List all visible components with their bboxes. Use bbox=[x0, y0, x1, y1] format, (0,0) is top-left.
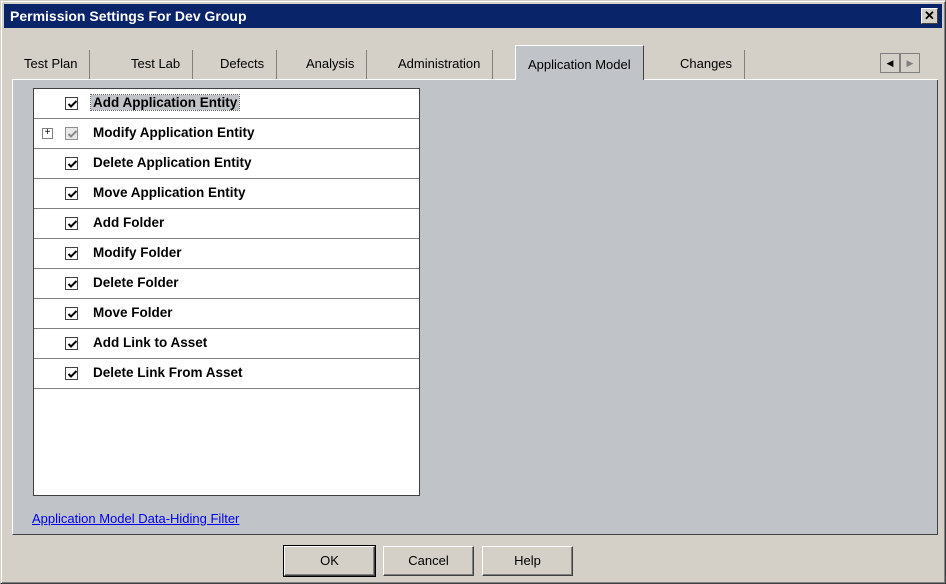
tab-changes[interactable]: Changes bbox=[668, 50, 746, 79]
checkbox-partial-icon[interactable] bbox=[65, 127, 78, 140]
list-item[interactable]: Add Link to Asset bbox=[34, 329, 419, 359]
tab-administration[interactable]: Administration bbox=[386, 50, 494, 79]
tab-analysis[interactable]: Analysis bbox=[294, 50, 368, 79]
checkbox-checked-icon[interactable] bbox=[65, 187, 78, 200]
tab-test-lab[interactable]: Test Lab bbox=[119, 50, 194, 79]
close-button[interactable]: ✕ bbox=[921, 8, 938, 24]
list-item[interactable]: + Modify Application Entity bbox=[34, 119, 419, 149]
help-button[interactable]: Help bbox=[482, 546, 573, 576]
checkbox-checked-icon[interactable] bbox=[65, 247, 78, 260]
list-item[interactable]: Delete Application Entity bbox=[34, 149, 419, 179]
list-item[interactable]: Move Application Entity bbox=[34, 179, 419, 209]
permission-label: Add Link to Asset bbox=[93, 335, 208, 350]
checkbox-checked-icon[interactable] bbox=[65, 157, 78, 170]
dialog-title: Permission Settings For Dev Group bbox=[10, 8, 247, 24]
permission-label: Delete Application Entity bbox=[93, 155, 252, 170]
checkbox-checked-icon[interactable] bbox=[65, 97, 78, 110]
checkbox-checked-icon[interactable] bbox=[65, 307, 78, 320]
tab-scroll-right-icon[interactable]: ▶ bbox=[900, 53, 920, 73]
tab-test-plan[interactable]: Test Plan bbox=[12, 50, 91, 79]
checkbox-checked-icon[interactable] bbox=[65, 217, 78, 230]
list-item[interactable]: Add Application Entity bbox=[34, 89, 419, 119]
permission-list: Add Application Entity + Modify Applicat… bbox=[33, 88, 420, 496]
list-item[interactable]: Move Folder bbox=[34, 299, 419, 329]
permission-label: Delete Folder bbox=[93, 275, 179, 290]
permission-settings-dialog: Permission Settings For Dev Group ✕ Test… bbox=[0, 0, 946, 584]
list-item[interactable]: Delete Folder bbox=[34, 269, 419, 299]
checkbox-checked-icon[interactable] bbox=[65, 277, 78, 290]
permission-label: Move Folder bbox=[93, 305, 173, 320]
tab-defects[interactable]: Defects bbox=[208, 50, 278, 79]
tab-content-panel: Add Application Entity + Modify Applicat… bbox=[12, 80, 938, 535]
title-bar: Permission Settings For Dev Group ✕ bbox=[4, 4, 942, 28]
permission-label: Add Application Entity bbox=[89, 94, 241, 111]
permission-label: Add Folder bbox=[93, 215, 165, 230]
checkbox-checked-icon[interactable] bbox=[65, 337, 78, 350]
list-item[interactable]: Modify Folder bbox=[34, 239, 419, 269]
permission-label: Delete Link From Asset bbox=[93, 365, 243, 380]
cancel-button[interactable]: Cancel bbox=[383, 546, 474, 576]
ok-button[interactable]: OK bbox=[283, 545, 376, 577]
list-item[interactable]: Add Folder bbox=[34, 209, 419, 239]
data-hiding-filter-link[interactable]: Application Model Data-Hiding Filter bbox=[32, 511, 239, 526]
tab-scroll-left-icon[interactable]: ◀ bbox=[880, 53, 900, 73]
permission-label: Modify Folder bbox=[93, 245, 182, 260]
list-item[interactable]: Delete Link From Asset bbox=[34, 359, 419, 389]
permission-label: Modify Application Entity bbox=[93, 125, 255, 140]
checkbox-checked-icon[interactable] bbox=[65, 367, 78, 380]
permission-label: Move Application Entity bbox=[93, 185, 246, 200]
tab-application-model[interactable]: Application Model bbox=[515, 45, 644, 80]
expand-plus-icon[interactable]: + bbox=[42, 128, 53, 139]
